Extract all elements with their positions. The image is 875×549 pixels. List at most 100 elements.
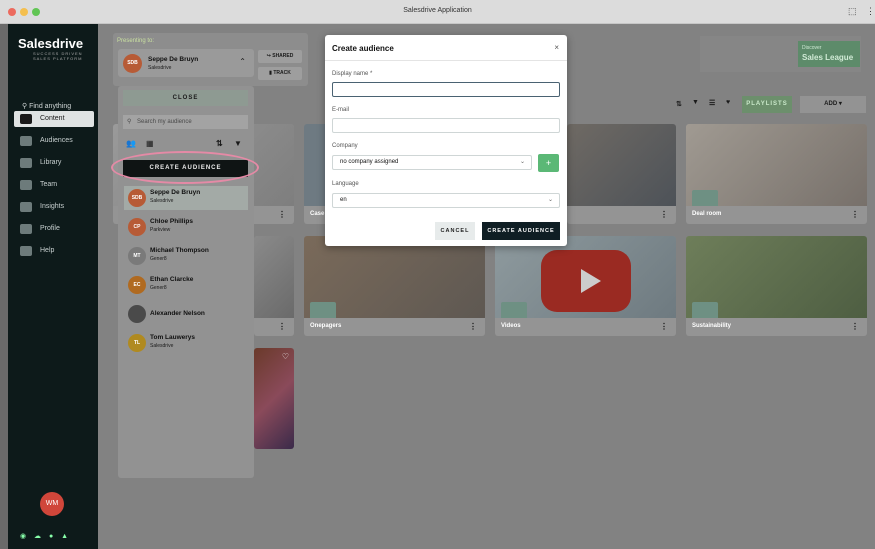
email-field[interactable] (332, 118, 560, 133)
book-icon (20, 158, 32, 168)
close-icon[interactable]: × (554, 43, 559, 52)
avatar: EC (128, 276, 146, 294)
filter-icon[interactable]: ▼ (234, 139, 242, 148)
sidebar-item-audiences[interactable]: Audiences (14, 133, 94, 149)
window-title: Salesdrive Application (403, 7, 472, 14)
list-item[interactable]: EC Ethan Clarcke Gener8 (124, 273, 248, 297)
presenting-label: Presenting to: (117, 38, 155, 44)
grid-icon (20, 114, 32, 124)
gear-icon (20, 224, 32, 234)
card-image (254, 236, 294, 318)
add-button[interactable]: ADD ▾ (800, 96, 866, 113)
logo: Salesdrive SUCCESS DRIVEN SALES PLATFORM (18, 36, 84, 61)
content-card-sustainability[interactable]: Sustainability ⋮ (686, 236, 867, 336)
list-item[interactable]: Alexander Nelson (124, 302, 248, 326)
list-item[interactable]: MT Michael Thompson Gener8 (124, 244, 248, 268)
chevron-up-icon: ⌃ (239, 57, 246, 66)
sidebar-item-team[interactable]: Team (14, 177, 94, 193)
card-menu-icon[interactable]: ⋮ (660, 322, 668, 331)
card-menu-icon[interactable]: ⋮ (469, 322, 477, 331)
app-window: Salesdrive Application ⬚ ⋮ Salesdrive SU… (0, 0, 875, 549)
status-icons: ◉ ☁ ● ▲ (20, 533, 72, 540)
content-card-deal-room[interactable]: Deal room ⋮ (686, 124, 867, 224)
sidebar-item-profile[interactable]: Profile (14, 221, 94, 237)
heart-icon[interactable]: ♥ (726, 99, 730, 106)
content-card[interactable]: ⋮ (254, 236, 294, 336)
email-label: E-mail (332, 107, 350, 113)
shared-button[interactable]: ↪ SHARED (258, 50, 302, 63)
language-select[interactable]: en ⌄ (332, 193, 560, 208)
content-card-videos[interactable]: Videos ⋮ (495, 236, 676, 336)
sidebar: Salesdrive SUCCESS DRIVEN SALES PLATFORM… (8, 24, 98, 549)
display-name-label: Display name * (332, 71, 373, 77)
card-label: Deal room (692, 211, 722, 217)
highlight-ellipse (111, 151, 259, 184)
avatar: CP (128, 218, 146, 236)
card-image (567, 124, 676, 206)
more-icon[interactable]: ⋮ (866, 6, 875, 17)
card-label: Videos (501, 323, 521, 329)
heart-icon[interactable]: ♡ (282, 352, 289, 361)
track-button[interactable]: ▮ TRACK (258, 67, 302, 80)
card-menu-icon[interactable]: ⋮ (851, 322, 859, 331)
selected-audience[interactable]: SDB Seppe De Bruyn Salesdrive ⌃ (118, 49, 254, 77)
divider (325, 60, 567, 61)
language-label: Language (332, 181, 359, 187)
selected-user-company: Salesdrive (148, 65, 172, 71)
list-icon[interactable]: ☰ (709, 99, 715, 107)
card-label: Onepagers (310, 323, 342, 329)
sidebar-item-insights[interactable]: Insights (14, 199, 94, 215)
avatar (128, 305, 146, 323)
chevron-down-icon: ⌄ (547, 197, 553, 203)
title-bar: Salesdrive Application ⬚ ⋮ (0, 0, 875, 24)
people-filter-icon[interactable]: 👥 (126, 139, 136, 148)
close-dropdown-button[interactable]: CLOSE (123, 90, 248, 106)
avatar: TL (128, 334, 146, 352)
cancel-button[interactable]: CANCEL (435, 222, 475, 240)
avatar: SDB (128, 189, 146, 207)
content-card-onepagers[interactable]: Onepagers ⋮ (304, 236, 485, 336)
extension-icon[interactable]: ⬚ (848, 6, 857, 17)
content-card[interactable]: ⋮ (567, 124, 676, 224)
list-item[interactable]: CP Chloe Phillips Parkview (124, 215, 248, 239)
card-menu-icon[interactable]: ⋮ (851, 210, 859, 219)
find-anything-button[interactable]: ⚲ Find anything (22, 102, 71, 110)
company-select[interactable]: no company assigned ⌄ (332, 155, 532, 170)
play-triangle-icon (581, 269, 601, 293)
avatar[interactable]: WM (40, 492, 64, 516)
chart-icon (20, 202, 32, 212)
company-label: Company (332, 143, 358, 149)
create-audience-button[interactable]: CREATE AUDIENCE (482, 222, 560, 240)
add-company-button[interactable]: + (538, 154, 559, 172)
filter-icon[interactable]: ▼ (692, 99, 699, 106)
sidebar-item-library[interactable]: Library (14, 155, 94, 171)
card-image (254, 348, 294, 449)
backdrop-strip (0, 24, 8, 549)
card-menu-icon[interactable]: ⋮ (278, 210, 286, 219)
card-label: Sustainability (692, 323, 732, 329)
sidebar-item-content[interactable]: Content (14, 111, 94, 127)
list-item[interactable]: SDB Seppe De Bruyn Salesdrive (124, 186, 248, 210)
team-icon (20, 180, 32, 190)
card-label: Case (310, 211, 325, 217)
card-menu-icon[interactable]: ⋮ (660, 210, 668, 219)
avatar: SDB (123, 54, 142, 73)
avatar: MT (128, 247, 146, 265)
create-audience-modal: Create audience × Display name * E-mail … (325, 35, 567, 246)
sales-league-button[interactable]: Discover Sales League (798, 41, 860, 67)
display-name-field[interactable] (332, 82, 560, 97)
search-icon: ⚲ (22, 103, 28, 110)
card-menu-icon[interactable]: ⋮ (278, 322, 286, 331)
playlists-button[interactable]: PLAYLISTS (742, 96, 792, 113)
company-filter-icon[interactable]: ▦ (146, 139, 154, 148)
sort-icon[interactable]: ⇅ (676, 100, 682, 108)
content-card[interactable]: ♡ (254, 348, 294, 449)
selected-user-name: Seppe De Bruyn (148, 56, 199, 63)
list-item[interactable]: TL Tom Lauwerys Salesdrive (124, 331, 248, 355)
sidebar-item-help[interactable]: Help (14, 243, 94, 259)
sort-icon[interactable]: ⇅ (216, 139, 223, 148)
info-icon (20, 246, 32, 256)
people-icon (20, 136, 32, 146)
audience-search-input[interactable]: ⚲ Search my audience (123, 115, 248, 129)
modal-title: Create audience (332, 44, 394, 53)
